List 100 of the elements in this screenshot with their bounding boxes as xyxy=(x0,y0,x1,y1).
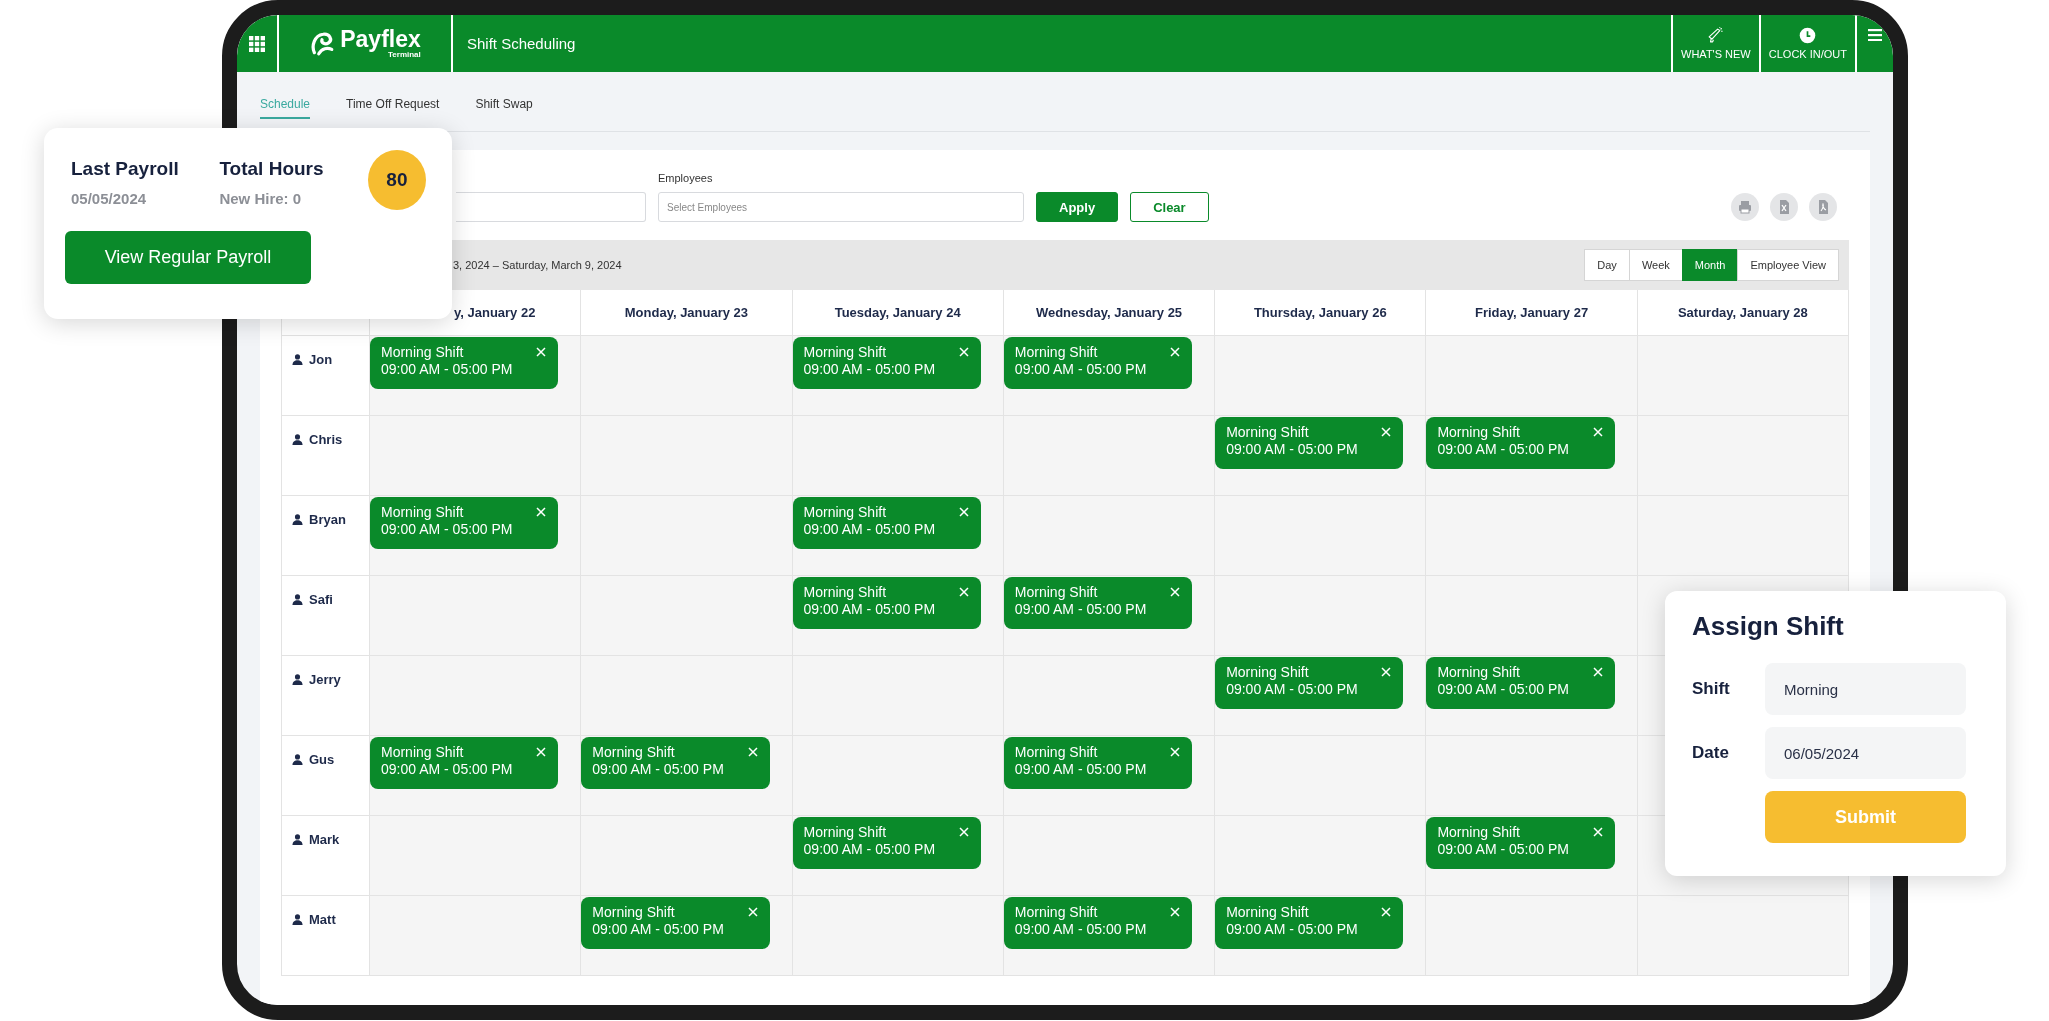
schedule-cell[interactable]: Morning Shift 09:00 AM - 05:00 PM xyxy=(1426,816,1638,896)
input-field[interactable] xyxy=(456,192,646,222)
schedule-cell[interactable]: Morning Shift 09:00 AM - 05:00 PM xyxy=(1426,416,1638,496)
shift-chip[interactable]: Morning Shift 09:00 AM - 05:00 PM xyxy=(370,737,559,789)
close-icon[interactable] xyxy=(747,747,758,757)
schedule-cell[interactable] xyxy=(1003,656,1216,736)
schedule-cell[interactable]: Morning Shift 09:00 AM - 05:00 PM xyxy=(1215,896,1427,976)
schedule-cell[interactable]: Morning Shift 09:00 AM - 05:00 PM xyxy=(581,736,793,816)
tab[interactable]: Shift Swap xyxy=(475,88,533,119)
close-icon[interactable] xyxy=(747,907,758,917)
view-toggle-button[interactable]: Employee View xyxy=(1737,249,1839,281)
apps-grid-icon[interactable] xyxy=(249,35,265,52)
close-icon[interactable] xyxy=(1381,427,1392,437)
schedule-cell[interactable]: Morning Shift 09:00 AM - 05:00 PM xyxy=(1426,656,1638,736)
input-field[interactable]: 06/05/2024 xyxy=(1765,727,1966,779)
schedule-cell[interactable]: Morning Shift 09:00 AM - 05:00 PM xyxy=(1003,896,1216,976)
schedule-cell[interactable]: Morning Shift 09:00 AM - 05:00 PM xyxy=(792,576,1004,656)
schedule-cell[interactable] xyxy=(370,656,582,736)
schedule-cell[interactable]: Morning Shift 09:00 AM - 05:00 PM xyxy=(792,496,1004,576)
schedule-cell[interactable] xyxy=(792,896,1004,976)
schedule-cell[interactable]: Morning Shift 09:00 AM - 05:00 PM xyxy=(581,896,793,976)
close-icon[interactable] xyxy=(536,507,547,517)
view-toggle-button[interactable]: Month xyxy=(1681,249,1739,281)
schedule-cell[interactable] xyxy=(1637,496,1849,576)
spreadsheet-file-icon[interactable] xyxy=(1770,193,1798,221)
close-icon[interactable] xyxy=(1170,587,1181,597)
shift-chip[interactable]: Morning Shift 09:00 AM - 05:00 PM xyxy=(1003,737,1193,789)
schedule-cell[interactable] xyxy=(370,416,582,496)
shift-chip[interactable]: Morning Shift 09:00 AM - 05:00 PM xyxy=(792,817,981,869)
schedule-cell[interactable] xyxy=(1637,896,1849,976)
schedule-cell[interactable] xyxy=(581,816,793,896)
shift-chip[interactable]: Morning Shift 09:00 AM - 05:00 PM xyxy=(370,497,559,549)
schedule-cell[interactable] xyxy=(1003,416,1216,496)
printer-icon[interactable] xyxy=(1731,193,1759,221)
shift-chip[interactable]: Morning Shift 09:00 AM - 05:00 PM xyxy=(1426,817,1615,869)
close-icon[interactable] xyxy=(1170,907,1181,917)
filter-button[interactable]: Clear xyxy=(1130,192,1209,222)
close-icon[interactable] xyxy=(1592,667,1603,677)
shift-chip[interactable]: Morning Shift 09:00 AM - 05:00 PM xyxy=(1215,897,1404,949)
schedule-cell[interactable] xyxy=(792,416,1004,496)
schedule-cell[interactable]: Morning Shift 09:00 AM - 05:00 PM xyxy=(1003,336,1216,416)
employees-field[interactable]: Select Employees xyxy=(658,192,1024,222)
schedule-cell[interactable]: Morning Shift 09:00 AM - 05:00 PM xyxy=(370,336,582,416)
schedule-cell[interactable] xyxy=(792,736,1004,816)
close-icon[interactable] xyxy=(536,347,547,357)
schedule-cell[interactable] xyxy=(1637,416,1849,496)
close-icon[interactable] xyxy=(1381,907,1392,917)
view-payroll-button[interactable]: View Regular Payroll xyxy=(65,231,311,284)
schedule-cell[interactable] xyxy=(1003,496,1216,576)
schedule-cell[interactable] xyxy=(581,336,793,416)
schedule-cell[interactable] xyxy=(1637,336,1849,416)
input-field[interactable]: Morning xyxy=(1765,663,1966,715)
close-icon[interactable] xyxy=(536,747,547,757)
schedule-cell[interactable] xyxy=(370,576,582,656)
schedule-cell[interactable] xyxy=(1426,336,1638,416)
close-icon[interactable] xyxy=(958,347,969,357)
schedule-cell[interactable] xyxy=(370,816,582,896)
header-action-button[interactable]: WHAT'S NEW xyxy=(1671,15,1759,72)
schedule-cell[interactable]: Morning Shift 09:00 AM - 05:00 PM xyxy=(1003,576,1216,656)
shift-chip[interactable]: Morning Shift 09:00 AM - 05:00 PM xyxy=(1426,417,1615,469)
filter-button[interactable]: Apply xyxy=(1036,192,1119,222)
tab[interactable]: Time Off Request xyxy=(346,88,440,119)
schedule-cell[interactable]: Morning Shift 09:00 AM - 05:00 PM xyxy=(1003,736,1216,816)
shift-chip[interactable]: Morning Shift 09:00 AM - 05:00 PM xyxy=(792,337,981,389)
close-icon[interactable] xyxy=(1592,827,1603,837)
schedule-cell[interactable]: Morning Shift 09:00 AM - 05:00 PM xyxy=(792,816,1004,896)
schedule-cell[interactable] xyxy=(1426,576,1638,656)
schedule-cell[interactable] xyxy=(1426,736,1638,816)
header-action-button[interactable]: CLOCK IN/OUT xyxy=(1758,15,1855,72)
pdf-file-icon[interactable] xyxy=(1809,193,1837,221)
schedule-cell[interactable] xyxy=(581,656,793,736)
menu-icon[interactable] xyxy=(1868,29,1882,41)
close-icon[interactable] xyxy=(1592,427,1603,437)
close-icon[interactable] xyxy=(958,587,969,597)
close-icon[interactable] xyxy=(1170,747,1181,757)
schedule-cell[interactable] xyxy=(1215,816,1427,896)
schedule-cell[interactable] xyxy=(1215,336,1427,416)
shift-chip[interactable]: Morning Shift 09:00 AM - 05:00 PM xyxy=(581,897,770,949)
schedule-cell[interactable]: Morning Shift 09:00 AM - 05:00 PM xyxy=(792,336,1004,416)
close-icon[interactable] xyxy=(958,507,969,517)
view-toggle-button[interactable]: Day xyxy=(1584,249,1630,281)
shift-chip[interactable]: Morning Shift 09:00 AM - 05:00 PM xyxy=(1003,337,1193,389)
schedule-cell[interactable]: Morning Shift 09:00 AM - 05:00 PM xyxy=(370,496,582,576)
tab[interactable]: Schedule xyxy=(260,88,311,119)
shift-chip[interactable]: Morning Shift 09:00 AM - 05:00 PM xyxy=(1215,657,1404,709)
schedule-cell[interactable] xyxy=(1426,896,1638,976)
schedule-cell[interactable] xyxy=(581,496,793,576)
shift-chip[interactable]: Morning Shift 09:00 AM - 05:00 PM xyxy=(1215,417,1404,469)
schedule-cell[interactable] xyxy=(1215,576,1427,656)
schedule-cell[interactable] xyxy=(370,896,582,976)
shift-chip[interactable]: Morning Shift 09:00 AM - 05:00 PM xyxy=(1426,657,1615,709)
close-icon[interactable] xyxy=(1170,347,1181,357)
shift-chip[interactable]: Morning Shift 09:00 AM - 05:00 PM xyxy=(1003,577,1193,629)
shift-chip[interactable]: Morning Shift 09:00 AM - 05:00 PM xyxy=(581,737,770,789)
shift-chip[interactable]: Morning Shift 09:00 AM - 05:00 PM xyxy=(792,497,981,549)
schedule-cell[interactable]: Morning Shift 09:00 AM - 05:00 PM xyxy=(1215,416,1427,496)
shift-chip[interactable]: Morning Shift 09:00 AM - 05:00 PM xyxy=(1003,897,1193,949)
view-toggle-button[interactable]: Week xyxy=(1628,249,1683,281)
close-icon[interactable] xyxy=(958,827,969,837)
shift-chip[interactable]: Morning Shift 09:00 AM - 05:00 PM xyxy=(792,577,981,629)
